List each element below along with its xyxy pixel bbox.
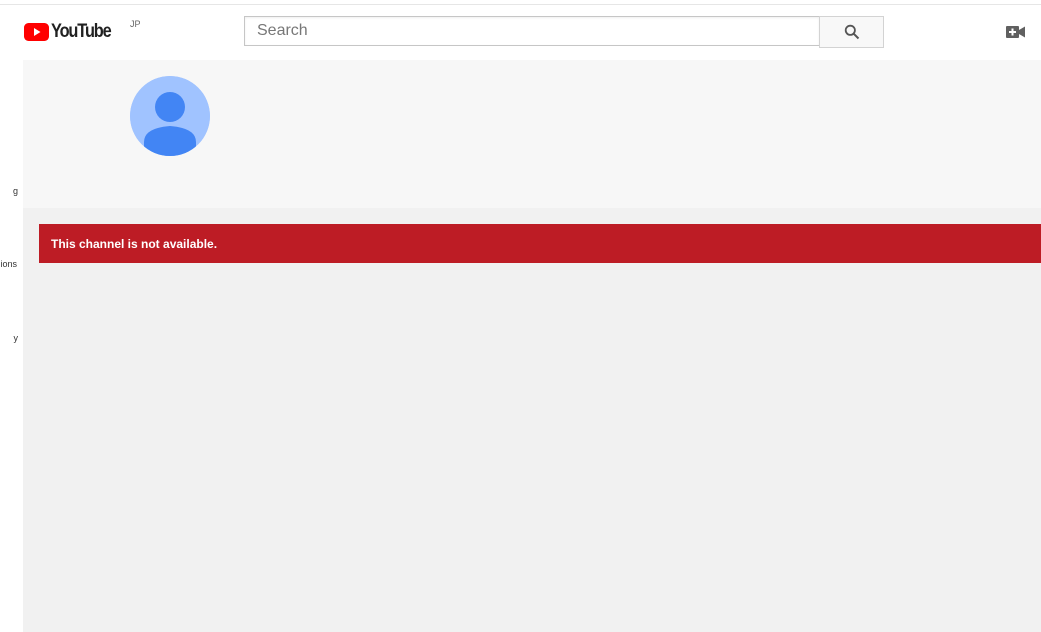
search-box xyxy=(244,16,819,46)
sidebar-item-2[interactable]: ions xyxy=(0,259,17,269)
youtube-page: YouTube JP g ions y xyxy=(0,0,1041,632)
masthead: YouTube JP xyxy=(0,0,1041,60)
default-avatar-icon xyxy=(130,76,210,156)
search-button[interactable] xyxy=(819,16,884,48)
error-alert: This channel is not available. xyxy=(39,224,1041,263)
video-camera-add-icon xyxy=(1006,26,1025,38)
alert-message: This channel is not available. xyxy=(51,236,218,251)
channel-avatar xyxy=(130,76,210,156)
youtube-play-icon xyxy=(24,23,49,41)
youtube-logo[interactable]: YouTube JP xyxy=(24,19,141,42)
search-icon xyxy=(844,24,859,40)
channel-content: This channel is not available. xyxy=(23,208,1041,632)
guide-sidebar: g ions y xyxy=(0,60,23,632)
logo-wordmark: YouTube xyxy=(51,21,112,42)
search-input[interactable] xyxy=(245,17,819,45)
top-divider xyxy=(0,4,1041,5)
sidebar-item-3[interactable]: y xyxy=(14,333,19,343)
channel-header xyxy=(23,60,1041,208)
upload-video-button[interactable] xyxy=(1005,22,1027,42)
sidebar-item-1[interactable]: g xyxy=(13,186,18,196)
country-code: JP xyxy=(130,19,141,29)
